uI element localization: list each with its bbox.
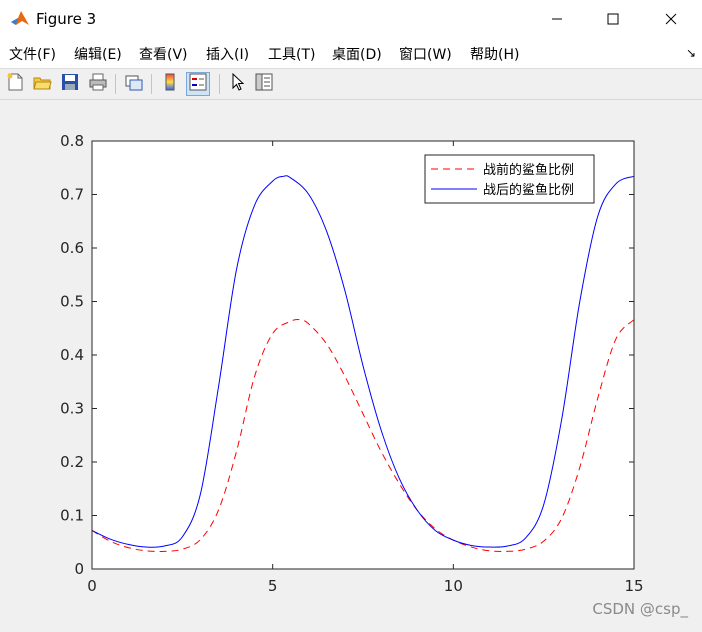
y-tick-label: 0.2 bbox=[60, 453, 84, 471]
x-tick-label: 10 bbox=[444, 577, 463, 595]
title-bar: Figure 3 bbox=[0, 0, 702, 38]
minimize-button[interactable] bbox=[530, 0, 584, 38]
close-button[interactable] bbox=[644, 0, 698, 38]
menu-window[interactable]: 窗口(W) bbox=[399, 44, 452, 64]
menu-tools[interactable]: 工具(T) bbox=[268, 44, 315, 64]
print-icon bbox=[88, 72, 108, 96]
y-tick-label: 0.7 bbox=[60, 186, 84, 204]
menu-edit[interactable]: 编辑(E) bbox=[74, 44, 122, 64]
legend-button[interactable] bbox=[186, 72, 210, 96]
minimize-icon bbox=[551, 10, 563, 29]
legend[interactable]: 战前的鲨鱼比例战后的鲨鱼比例 bbox=[424, 154, 595, 204]
colorbar-button[interactable] bbox=[158, 72, 182, 96]
pointer-icon bbox=[228, 72, 248, 96]
maximize-icon bbox=[607, 10, 619, 29]
link-figure-icon bbox=[124, 72, 144, 96]
link-figure-button[interactable] bbox=[122, 72, 146, 96]
menu-file[interactable]: 文件(F) bbox=[9, 44, 56, 64]
legend-icon bbox=[188, 72, 208, 96]
save-button[interactable] bbox=[58, 72, 82, 96]
y-tick-label: 0.5 bbox=[60, 293, 84, 311]
menu-view[interactable]: 查看(V) bbox=[139, 44, 188, 64]
toolbar-separator bbox=[151, 74, 152, 94]
open-file-icon bbox=[32, 72, 52, 96]
maximize-button[interactable] bbox=[586, 0, 640, 38]
axes-background bbox=[92, 141, 634, 569]
close-icon bbox=[665, 10, 677, 29]
menu-help[interactable]: 帮助(H) bbox=[470, 44, 519, 64]
new-figure-icon bbox=[5, 72, 25, 96]
property-editor-icon bbox=[254, 72, 274, 96]
property-editor-button[interactable] bbox=[252, 72, 276, 96]
toolbar-separator bbox=[115, 74, 116, 94]
y-tick-label: 0.8 bbox=[60, 132, 84, 150]
colorbar-icon bbox=[160, 72, 180, 96]
y-tick-label: 0.3 bbox=[60, 400, 84, 418]
toolbar-separator bbox=[219, 74, 220, 94]
x-tick-label: 15 bbox=[624, 577, 643, 595]
menu-insert[interactable]: 插入(I) bbox=[206, 44, 249, 64]
menu-desktop[interactable]: 桌面(D) bbox=[332, 44, 382, 64]
y-tick-label: 0.4 bbox=[60, 346, 84, 364]
x-tick-label: 5 bbox=[268, 577, 278, 595]
window-title: Figure 3 bbox=[36, 10, 97, 28]
dock-arrow-icon[interactable]: ↘ bbox=[686, 46, 696, 60]
menu-bar: 文件(F) 编辑(E) 查看(V) 插入(I) 工具(T) 桌面(D) 窗口(W… bbox=[0, 38, 702, 69]
y-tick-label: 0 bbox=[74, 560, 84, 578]
pointer-button[interactable] bbox=[226, 72, 250, 96]
open-file-button[interactable] bbox=[30, 72, 54, 96]
figure-canvas: 0 5 10 15 0 0.1 0.2 0.3 0.4 0.5 0.6 0.7 0.8 战前的鲨鱼比例战… bbox=[0, 100, 702, 628]
y-tick-label: 0.6 bbox=[60, 239, 84, 257]
save-icon bbox=[60, 72, 80, 96]
legend-label-0: 战前的鲨鱼比例 bbox=[483, 162, 574, 178]
new-figure-button[interactable] bbox=[3, 72, 27, 96]
legend-label-1: 战后的鲨鱼比例 bbox=[483, 182, 574, 198]
toolbar bbox=[0, 69, 702, 100]
watermark-text: CSDN @csp_ bbox=[592, 600, 688, 618]
y-tick-label: 0.1 bbox=[60, 507, 84, 525]
print-button[interactable] bbox=[86, 72, 110, 96]
line-chart: 0 5 10 15 0 0.1 0.2 0.3 0.4 0.5 0.6 0.7 0.8 战前的鲨鱼比例战… bbox=[60, 132, 643, 595]
matlab-icon bbox=[10, 9, 30, 29]
x-tick-label: 0 bbox=[87, 577, 97, 595]
